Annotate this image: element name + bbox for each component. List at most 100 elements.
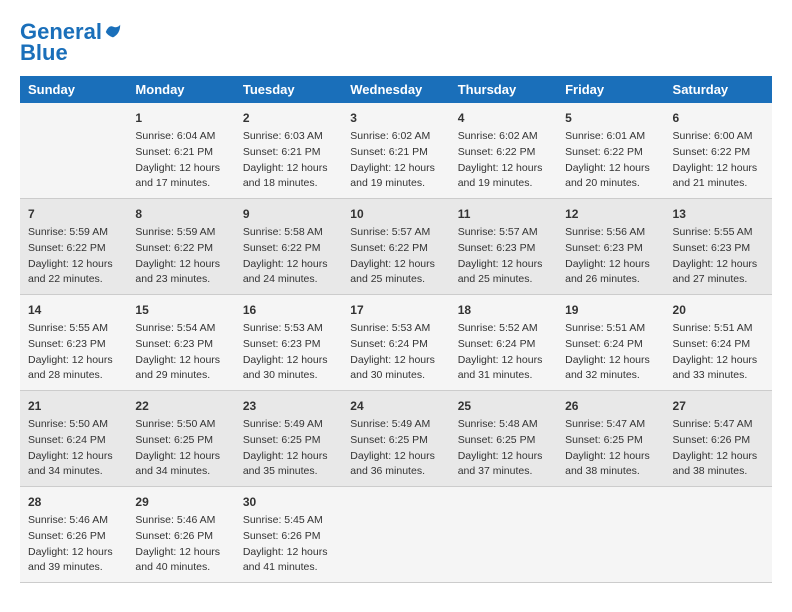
calendar-cell: 23 Sunrise: 5:49 AMSunset: 6:25 PMDayligh… bbox=[235, 391, 342, 487]
calendar-cell: 10 Sunrise: 5:57 AMSunset: 6:22 PMDayligh… bbox=[342, 199, 449, 295]
day-number: 2 bbox=[243, 109, 334, 127]
day-detail: Sunrise: 5:59 AMSunset: 6:22 PMDaylight:… bbox=[28, 225, 119, 288]
day-number: 30 bbox=[243, 493, 334, 511]
col-header-friday: Friday bbox=[557, 76, 664, 103]
calendar-week-row: 21Sunrise: 5:50 AMSunset: 6:24 PMDayligh… bbox=[20, 391, 772, 487]
calendar-week-row: 28 Sunrise: 5:46 AMSunset: 6:26 PMDayligh… bbox=[20, 487, 772, 583]
calendar-cell: 21Sunrise: 5:50 AMSunset: 6:24 PMDayligh… bbox=[20, 391, 127, 487]
day-detail: Sunrise: 5:58 AMSunset: 6:22 PMDaylight:… bbox=[243, 225, 334, 288]
day-number: 6 bbox=[673, 109, 764, 127]
calendar-cell: 2 Sunrise: 6:03 AMSunset: 6:21 PMDaylight… bbox=[235, 103, 342, 199]
day-detail: Sunrise: 6:02 AMSunset: 6:21 PMDaylight:… bbox=[350, 129, 441, 192]
day-detail: Sunrise: 5:56 AMSunset: 6:23 PMDaylight:… bbox=[565, 225, 656, 288]
day-number: 5 bbox=[565, 109, 656, 127]
calendar-week-row: 1 Sunrise: 6:04 AMSunset: 6:21 PMDaylight… bbox=[20, 103, 772, 199]
day-number: 27 bbox=[673, 397, 764, 415]
day-detail: Sunrise: 6:04 AMSunset: 6:21 PMDaylight:… bbox=[135, 129, 226, 192]
logo: General Blue bbox=[20, 20, 122, 66]
day-detail: Sunrise: 5:50 AMSunset: 6:25 PMDaylight:… bbox=[135, 417, 226, 480]
day-number: 8 bbox=[135, 205, 226, 223]
day-number: 14 bbox=[28, 301, 119, 319]
col-header-wednesday: Wednesday bbox=[342, 76, 449, 103]
calendar-cell: 15 Sunrise: 5:54 AMSunset: 6:23 PMDayligh… bbox=[127, 295, 234, 391]
logo-icon bbox=[104, 23, 122, 41]
day-detail: Sunrise: 5:47 AMSunset: 6:26 PMDaylight:… bbox=[673, 417, 764, 480]
calendar-cell: 20Sunrise: 5:51 AMSunset: 6:24 PMDayligh… bbox=[665, 295, 772, 391]
day-detail: Sunrise: 6:02 AMSunset: 6:22 PMDaylight:… bbox=[458, 129, 549, 192]
day-detail: Sunrise: 6:00 AMSunset: 6:22 PMDaylight:… bbox=[673, 129, 764, 192]
col-header-tuesday: Tuesday bbox=[235, 76, 342, 103]
calendar-cell: 25 Sunrise: 5:48 AMSunset: 6:25 PMDayligh… bbox=[450, 391, 557, 487]
day-number: 18 bbox=[458, 301, 549, 319]
calendar-cell bbox=[342, 487, 449, 583]
day-detail: Sunrise: 5:52 AMSunset: 6:24 PMDaylight:… bbox=[458, 321, 549, 384]
calendar-cell: 12 Sunrise: 5:56 AMSunset: 6:23 PMDayligh… bbox=[557, 199, 664, 295]
calendar-cell bbox=[665, 487, 772, 583]
day-detail: Sunrise: 6:03 AMSunset: 6:21 PMDaylight:… bbox=[243, 129, 334, 192]
day-number: 23 bbox=[243, 397, 334, 415]
calendar-cell: 3 Sunrise: 6:02 AMSunset: 6:21 PMDaylight… bbox=[342, 103, 449, 199]
calendar-cell: 9 Sunrise: 5:58 AMSunset: 6:22 PMDaylight… bbox=[235, 199, 342, 295]
calendar-cell: 27 Sunrise: 5:47 AMSunset: 6:26 PMDayligh… bbox=[665, 391, 772, 487]
calendar-week-row: 14Sunrise: 5:55 AMSunset: 6:23 PMDayligh… bbox=[20, 295, 772, 391]
calendar-cell: 19 Sunrise: 5:51 AMSunset: 6:24 PMDayligh… bbox=[557, 295, 664, 391]
calendar-header-row: SundayMondayTuesdayWednesdayThursdayFrid… bbox=[20, 76, 772, 103]
day-detail: Sunrise: 5:46 AMSunset: 6:26 PMDaylight:… bbox=[28, 513, 119, 576]
calendar-week-row: 7 Sunrise: 5:59 AMSunset: 6:22 PMDaylight… bbox=[20, 199, 772, 295]
day-detail: Sunrise: 5:57 AMSunset: 6:22 PMDaylight:… bbox=[350, 225, 441, 288]
day-detail: Sunrise: 5:53 AMSunset: 6:23 PMDaylight:… bbox=[243, 321, 334, 384]
calendar-cell: 18 Sunrise: 5:52 AMSunset: 6:24 PMDayligh… bbox=[450, 295, 557, 391]
day-number: 26 bbox=[565, 397, 656, 415]
calendar-cell bbox=[557, 487, 664, 583]
calendar-cell: 1 Sunrise: 6:04 AMSunset: 6:21 PMDaylight… bbox=[127, 103, 234, 199]
calendar-cell: 17 Sunrise: 5:53 AMSunset: 6:24 PMDayligh… bbox=[342, 295, 449, 391]
calendar-cell: 6 Sunrise: 6:00 AMSunset: 6:22 PMDaylight… bbox=[665, 103, 772, 199]
day-detail: Sunrise: 5:45 AMSunset: 6:26 PMDaylight:… bbox=[243, 513, 334, 576]
day-number: 4 bbox=[458, 109, 549, 127]
day-number: 12 bbox=[565, 205, 656, 223]
day-detail: Sunrise: 5:49 AMSunset: 6:25 PMDaylight:… bbox=[243, 417, 334, 480]
calendar-cell bbox=[20, 103, 127, 199]
day-number: 17 bbox=[350, 301, 441, 319]
day-number: 19 bbox=[565, 301, 656, 319]
day-number: 10 bbox=[350, 205, 441, 223]
calendar-cell: 5 Sunrise: 6:01 AMSunset: 6:22 PMDaylight… bbox=[557, 103, 664, 199]
day-number: 3 bbox=[350, 109, 441, 127]
calendar-cell bbox=[450, 487, 557, 583]
day-number: 1 bbox=[135, 109, 226, 127]
col-header-sunday: Sunday bbox=[20, 76, 127, 103]
calendar-cell: 24 Sunrise: 5:49 AMSunset: 6:25 PMDayligh… bbox=[342, 391, 449, 487]
calendar-cell: 11 Sunrise: 5:57 AMSunset: 6:23 PMDayligh… bbox=[450, 199, 557, 295]
calendar-cell: 26Sunrise: 5:47 AMSunset: 6:25 PMDayligh… bbox=[557, 391, 664, 487]
day-detail: Sunrise: 5:51 AMSunset: 6:24 PMDaylight:… bbox=[673, 321, 764, 384]
day-detail: Sunrise: 5:49 AMSunset: 6:25 PMDaylight:… bbox=[350, 417, 441, 480]
page-header: General Blue bbox=[20, 20, 772, 66]
day-number: 13 bbox=[673, 205, 764, 223]
day-number: 15 bbox=[135, 301, 226, 319]
day-number: 28 bbox=[28, 493, 119, 511]
calendar-cell: 14Sunrise: 5:55 AMSunset: 6:23 PMDayligh… bbox=[20, 295, 127, 391]
day-detail: Sunrise: 5:55 AMSunset: 6:23 PMDaylight:… bbox=[673, 225, 764, 288]
day-detail: Sunrise: 5:53 AMSunset: 6:24 PMDaylight:… bbox=[350, 321, 441, 384]
day-number: 25 bbox=[458, 397, 549, 415]
day-number: 29 bbox=[135, 493, 226, 511]
calendar-cell: 4 Sunrise: 6:02 AMSunset: 6:22 PMDaylight… bbox=[450, 103, 557, 199]
calendar-table: SundayMondayTuesdayWednesdayThursdayFrid… bbox=[20, 76, 772, 583]
day-number: 9 bbox=[243, 205, 334, 223]
calendar-cell: 29Sunrise: 5:46 AMSunset: 6:26 PMDayligh… bbox=[127, 487, 234, 583]
calendar-cell: 16 Sunrise: 5:53 AMSunset: 6:23 PMDayligh… bbox=[235, 295, 342, 391]
day-number: 22 bbox=[135, 397, 226, 415]
day-number: 16 bbox=[243, 301, 334, 319]
day-detail: Sunrise: 6:01 AMSunset: 6:22 PMDaylight:… bbox=[565, 129, 656, 192]
day-number: 11 bbox=[458, 205, 549, 223]
calendar-cell: 22 Sunrise: 5:50 AMSunset: 6:25 PMDayligh… bbox=[127, 391, 234, 487]
day-detail: Sunrise: 5:48 AMSunset: 6:25 PMDaylight:… bbox=[458, 417, 549, 480]
calendar-cell: 13 Sunrise: 5:55 AMSunset: 6:23 PMDayligh… bbox=[665, 199, 772, 295]
day-detail: Sunrise: 5:57 AMSunset: 6:23 PMDaylight:… bbox=[458, 225, 549, 288]
day-detail: Sunrise: 5:51 AMSunset: 6:24 PMDaylight:… bbox=[565, 321, 656, 384]
day-detail: Sunrise: 5:54 AMSunset: 6:23 PMDaylight:… bbox=[135, 321, 226, 384]
day-detail: Sunrise: 5:50 AMSunset: 6:24 PMDaylight:… bbox=[28, 417, 119, 480]
day-number: 24 bbox=[350, 397, 441, 415]
calendar-cell: 7 Sunrise: 5:59 AMSunset: 6:22 PMDaylight… bbox=[20, 199, 127, 295]
day-number: 7 bbox=[28, 205, 119, 223]
